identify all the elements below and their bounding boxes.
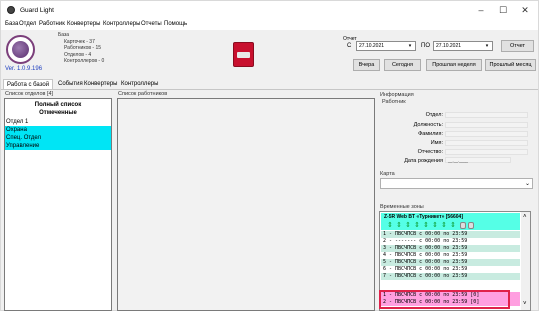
yesterday-button[interactable]: Вчера (353, 59, 380, 71)
field-label-birthdate: Дата рождения (404, 158, 443, 164)
time-zones-header: Z-5R Web BT «Турникет» [56604] ⇕ ⇕ ⇕ ⇕ ⇕… (381, 213, 520, 230)
list-item[interactable]: Спец. Отдел (5, 134, 111, 142)
menu-bar: База Отдел Работник Конвертеры Контролле… (1, 20, 538, 30)
field-label-department: Отдел: (425, 112, 443, 118)
menu-base[interactable]: База (5, 21, 18, 27)
scroll-up-icon[interactable]: ˄ (523, 214, 527, 220)
card-label: Карта (380, 171, 395, 177)
stat-workers: Работников - 15 (64, 45, 102, 51)
departments-list: Полный список Отмеченные Отдел 1 Охрана … (4, 98, 112, 311)
to-date-field[interactable]: 27.10.2021 ▾ (433, 41, 493, 51)
menu-converters[interactable]: Конвертеры (67, 21, 100, 27)
arrow-icon[interactable]: ⇕ (387, 222, 393, 229)
menu-controllers[interactable]: Контроллеры (103, 21, 140, 27)
stat-controllers: Контроллеров - 0 (64, 58, 105, 64)
list-item[interactable]: 4 - ПВСЧПСВ с 00:00 по 23:59 (381, 252, 520, 259)
maximize-button[interactable]: ☐ (493, 4, 513, 17)
employees-list[interactable] (117, 98, 375, 311)
chevron-down-icon[interactable]: ⌄ (525, 180, 530, 187)
list-item[interactable]: 3 - ПВСЧПСВ с 00:00 по 23:59 (381, 245, 520, 252)
controller-device-icon (233, 42, 254, 67)
toggle-icon[interactable] (460, 222, 466, 229)
from-date-value: 27.10.2021 (359, 43, 385, 49)
field-label-patronymic: Отчество: (417, 149, 443, 155)
scrollbar[interactable]: ˄ ˅ (521, 212, 530, 310)
highlight-box (379, 290, 510, 309)
arrow-icon[interactable]: ⇕ (396, 222, 402, 229)
to-label: ПО (421, 43, 430, 49)
base-stats: База Карточек - 37 Работников - 15 Отдел… (58, 32, 104, 65)
report-group-label: Отчет (343, 36, 357, 42)
card-select[interactable]: ⌄ (380, 178, 533, 189)
minimize-button[interactable]: – (471, 4, 491, 17)
list-item[interactable]: Отдел 1 (5, 118, 111, 126)
menu-department[interactable]: Отдел (19, 21, 36, 27)
field-label-position: Должность: (413, 122, 443, 128)
name-value (445, 140, 528, 146)
toggle-icon[interactable] (468, 222, 474, 229)
surname-value (445, 131, 528, 137)
list-item[interactable]: 1 - ПВСЧПСВ с 00:00 по 23:59 (381, 231, 520, 238)
arrow-icon[interactable]: ⇕ (450, 222, 456, 229)
calendar-dropdown-icon[interactable]: ▾ (483, 42, 491, 50)
report-button[interactable]: Отчет (501, 40, 534, 52)
worker-label: Работник (382, 99, 406, 105)
from-label: С (347, 43, 352, 49)
guard-logo-icon (6, 35, 35, 64)
arrow-icon[interactable]: ⇕ (441, 222, 447, 229)
window-title: Guard Light (20, 7, 54, 14)
field-label-surname: Фамилия: (418, 131, 443, 137)
employees-title: Список работников (118, 91, 168, 97)
menu-reports[interactable]: Отчеты (141, 21, 162, 27)
list-item[interactable]: 7 - ПВСЧПСВ с 00:00 по 23:59 (381, 273, 520, 280)
from-date-field[interactable]: 27.10.2021 ▾ (356, 41, 416, 51)
app-window: Guard Light – ☐ ✕ База Отдел Работник Ко… (0, 0, 539, 311)
menu-help[interactable]: Помощь (164, 21, 187, 27)
last-month-button[interactable]: Прошлый месяц (485, 59, 536, 71)
list-item[interactable]: 5 - ПВСЧПСВ с 00:00 по 23:59 (381, 259, 520, 266)
title-bar: Guard Light – ☐ ✕ (1, 1, 538, 20)
department-value (445, 112, 528, 118)
last-week-button[interactable]: Прошлая неделя (426, 59, 482, 71)
patronymic-value (445, 149, 528, 155)
info-title: Информация (380, 92, 414, 98)
arrow-icon[interactable]: ⇕ (423, 222, 429, 229)
version-label: Ver. 1.0.9.196 (5, 66, 43, 72)
controller-name: Z-5R Web BT «Турникет» [56604] (384, 214, 463, 220)
position-value (445, 122, 528, 128)
list-item[interactable]: Управление (5, 142, 111, 150)
list-item[interactable]: Охрана (5, 126, 111, 134)
to-date-value: 27.10.2021 (436, 43, 462, 49)
app-logo-icon (7, 6, 15, 14)
departments-title: Список отделов [4] (5, 91, 54, 97)
marked-header[interactable]: Отмеченные (5, 109, 111, 117)
time-zones-label: Временные зоны (380, 204, 424, 210)
arrow-icon[interactable]: ⇕ (432, 222, 438, 229)
field-label-name: Имя: (430, 140, 443, 146)
birthdate-field: __.__.____ (445, 157, 511, 163)
today-button[interactable]: Сегодня (384, 59, 421, 71)
arrow-icon[interactable]: ⇕ (405, 222, 411, 229)
list-item[interactable]: 6 - ПВСЧПСВ с 00:00 по 23:59 (381, 266, 520, 273)
full-list-header[interactable]: Полный список (5, 101, 111, 109)
close-button[interactable]: ✕ (515, 4, 535, 17)
calendar-dropdown-icon[interactable]: ▾ (406, 42, 414, 50)
scroll-down-icon[interactable]: ˅ (523, 301, 527, 307)
list-item[interactable]: 2 - ------- с 00:00 по 23:59 (381, 238, 520, 245)
arrow-icon[interactable]: ⇕ (414, 222, 420, 229)
menu-worker[interactable]: Работник (39, 21, 65, 27)
